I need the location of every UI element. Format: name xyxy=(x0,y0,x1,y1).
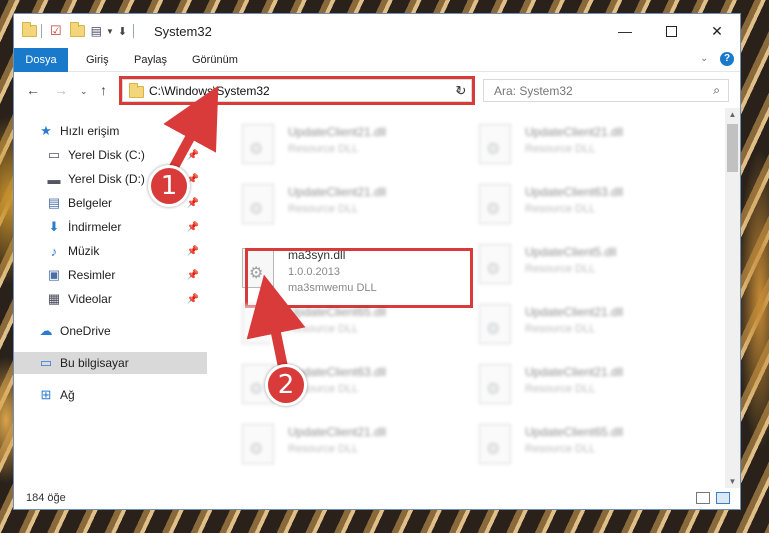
step-marker-1: 1 xyxy=(148,165,190,207)
arrow-2 xyxy=(246,274,306,374)
annotation-overlay xyxy=(161,85,306,379)
step-marker-2: 2 xyxy=(265,364,307,406)
